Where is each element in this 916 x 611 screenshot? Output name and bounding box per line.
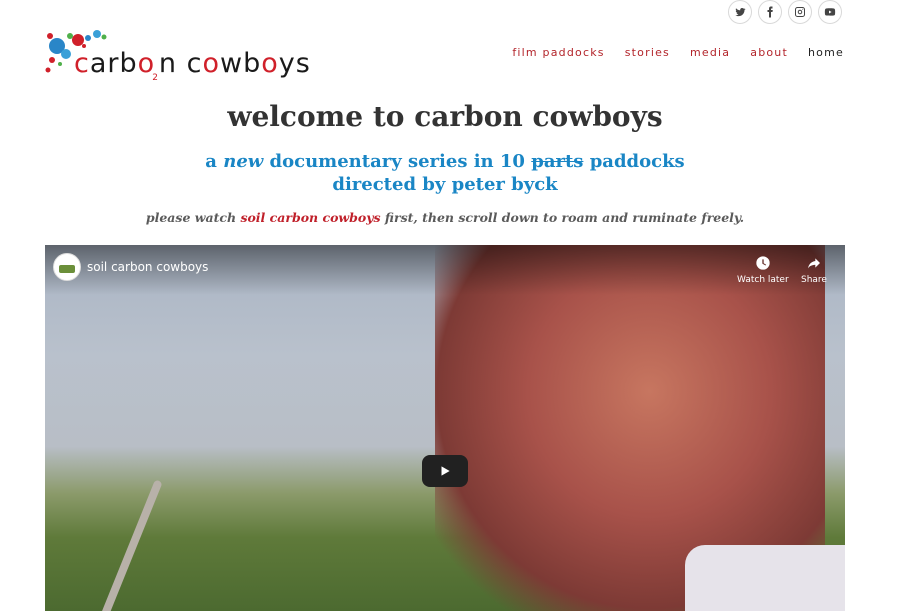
watch-note: please watch soil carbon cowboys first, … [0, 210, 890, 225]
page-title: welcome to carbon cowboys [227, 100, 663, 133]
share-icon [807, 258, 820, 269]
note-text-a: please watch [145, 210, 241, 225]
logo-wordmark: carbo2n cowboys [74, 48, 311, 83]
video-thumbnail-stick [95, 479, 163, 611]
instagram-icon[interactable] [788, 0, 812, 24]
watch-later-button[interactable]: Watch later [737, 255, 789, 285]
nav-item-media[interactable]: media [690, 46, 730, 59]
subtitle-director: directed by peter byck [332, 174, 558, 195]
nav-item-stories[interactable]: stories [625, 46, 670, 59]
main-nav: film paddocks stories media about home [512, 46, 844, 59]
nav-item-film-paddocks[interactable]: film paddocks [512, 46, 604, 59]
video-title[interactable]: soil carbon cowboys [87, 260, 208, 274]
subtitle-strikethrough: parts [531, 151, 584, 172]
video-thumbnail-shirt [685, 545, 845, 611]
soil-carbon-cowboys-link[interactable]: soil carbon cowboys [240, 210, 380, 225]
subtitle-new: new [223, 151, 264, 172]
play-button[interactable] [422, 455, 468, 487]
clock-icon [756, 256, 770, 270]
note-text-b: first, then scroll down to roam and rumi… [380, 210, 745, 225]
watch-later-label: Watch later [737, 275, 789, 285]
twitter-icon[interactable] [728, 0, 752, 24]
page-subtitle: a new documentary series in 10 parts pad… [0, 150, 890, 196]
facebook-icon[interactable] [758, 0, 782, 24]
subtitle-text-b: documentary series in 10 [263, 151, 532, 172]
youtube-icon[interactable] [818, 0, 842, 24]
play-icon [441, 466, 450, 476]
social-links [728, 0, 842, 24]
subtitle-text-a: a [205, 151, 224, 172]
share-label: Share [801, 275, 827, 285]
channel-avatar[interactable] [53, 253, 81, 281]
nav-item-home[interactable]: home [808, 46, 844, 59]
nav-item-about[interactable]: about [750, 46, 788, 59]
site-logo[interactable]: carbo2n cowboys [44, 28, 314, 84]
subtitle-text-c: paddocks [583, 151, 685, 172]
share-button[interactable]: Share [801, 255, 827, 285]
video-player[interactable]: soil carbon cowboys Watch later Share [45, 245, 845, 611]
